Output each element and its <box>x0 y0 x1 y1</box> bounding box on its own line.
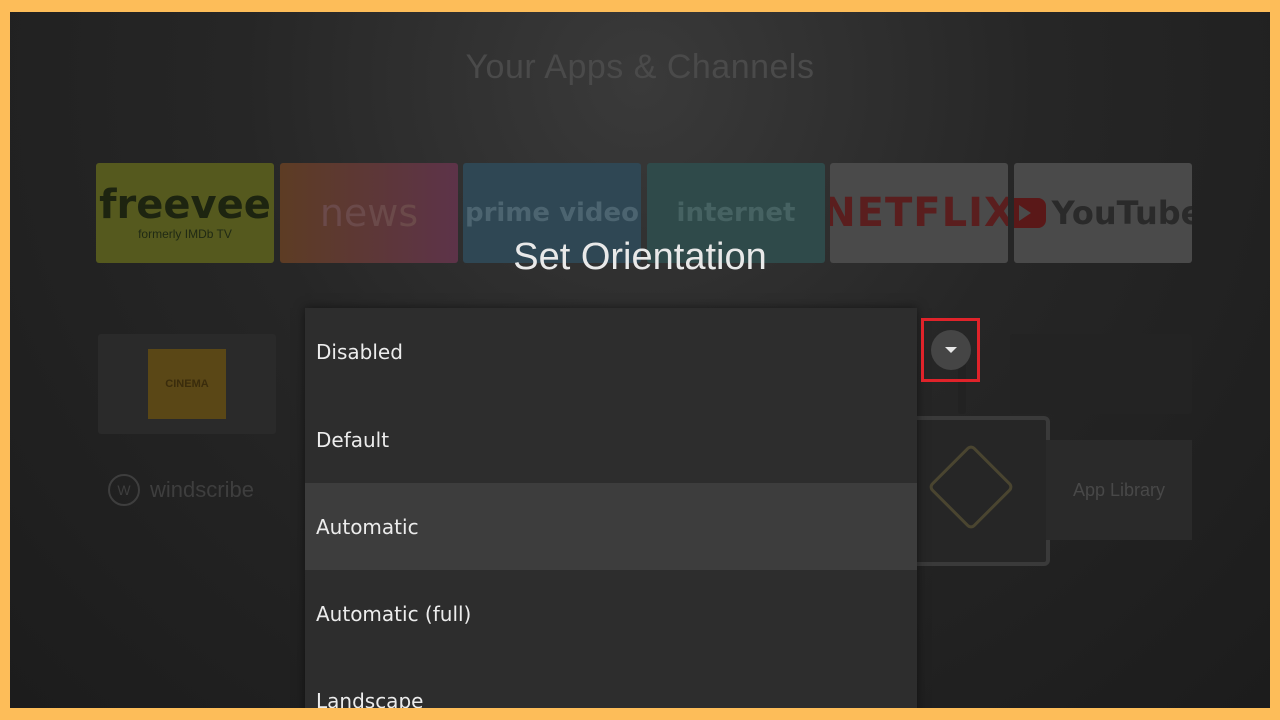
netflix-logo-text: NETFLIX <box>830 190 1008 236</box>
prime-logo-text: prime video <box>464 198 640 228</box>
internet-logo-text: internet <box>676 198 796 228</box>
app-tile-cinema[interactable]: CINEMA <box>98 334 276 434</box>
option-landscape[interactable]: Landscape <box>305 657 917 709</box>
app-tile-blank[interactable] <box>1010 334 1192 414</box>
tv-screen: Your Apps & Channels freevee formerly IM… <box>10 12 1270 708</box>
apps-heading: Your Apps & Channels <box>465 48 815 86</box>
dialog-title: Set Orientation <box>513 236 767 278</box>
play-icon <box>1014 198 1046 228</box>
freevee-logo-text: freevee <box>99 182 271 228</box>
option-default[interactable]: Default <box>305 396 917 483</box>
cinema-logo: CINEMA <box>148 349 226 419</box>
rotate-icon <box>927 443 1015 531</box>
windscribe-label: windscribe <box>150 477 254 502</box>
option-disabled[interactable]: Disabled <box>305 308 917 396</box>
orientation-dropdown-list: Disabled Default Automatic Automatic (fu… <box>305 308 917 708</box>
app-tile-windscribe[interactable]: W windscribe <box>108 474 254 506</box>
dropdown-arrow-button[interactable] <box>921 318 980 382</box>
youtube-logo: YouTube <box>1014 194 1192 232</box>
chevron-down-icon <box>944 347 957 353</box>
app-tile-rotation[interactable] <box>902 416 1050 566</box>
dropdown-arrow-circle <box>930 330 971 370</box>
option-automatic-full[interactable]: Automatic (full) <box>305 570 917 657</box>
youtube-logo-text: YouTube <box>1051 194 1192 232</box>
windscribe-icon: W <box>108 474 140 506</box>
option-automatic[interactable]: Automatic <box>305 483 917 570</box>
news-logo-text: news <box>319 191 419 235</box>
app-library-tile[interactable]: App Library <box>1046 440 1192 540</box>
